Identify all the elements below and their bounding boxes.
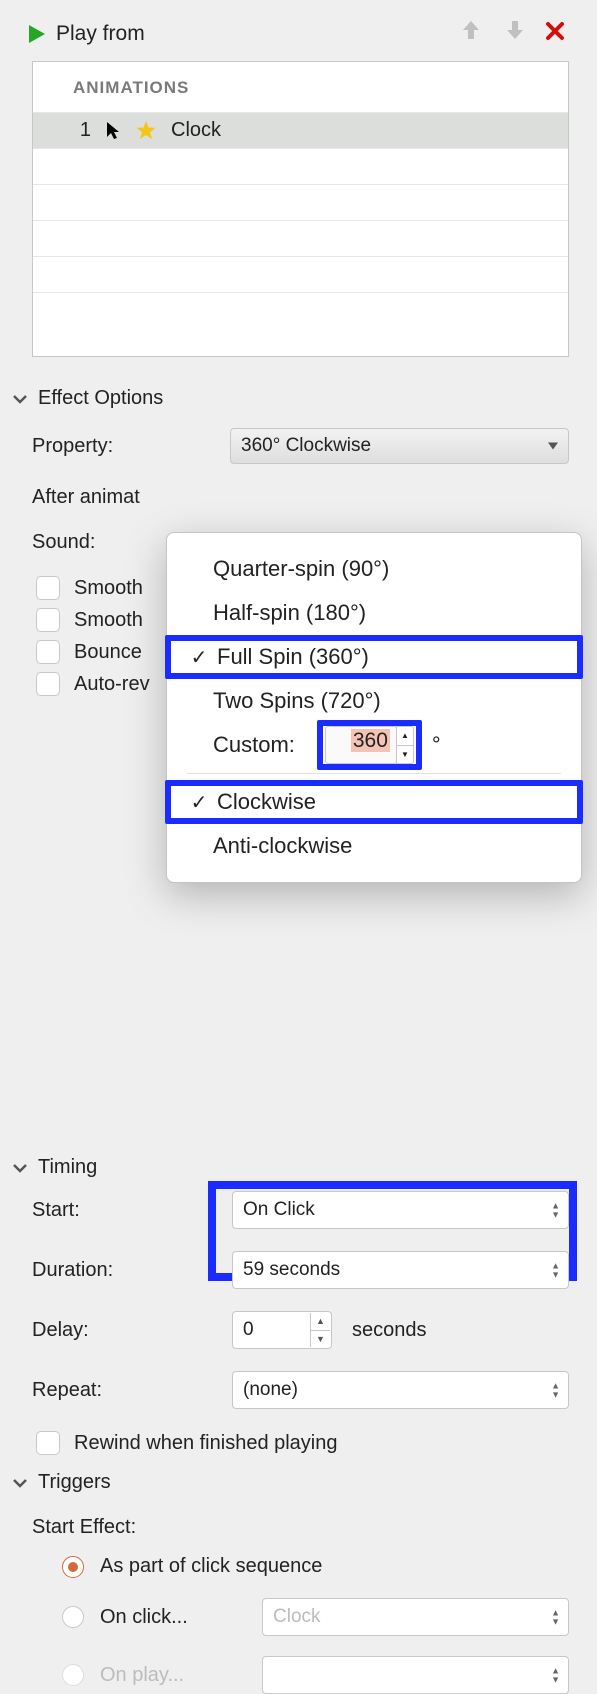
checkbox-icon <box>36 576 60 600</box>
after-animation-label: After animat <box>32 486 218 509</box>
duration-dropdown[interactable]: 59 seconds ▲▼ <box>232 1251 569 1289</box>
radio-icon <box>62 1556 84 1578</box>
stepper-down-icon[interactable]: ▼ <box>397 745 413 764</box>
checkbox-icon <box>36 640 60 664</box>
delay-input[interactable]: 0 ▲▼ <box>232 1311 332 1349</box>
cursor-icon <box>105 121 121 141</box>
play-icon[interactable] <box>26 23 48 45</box>
animation-row-empty <box>33 292 568 328</box>
section-title: Timing <box>38 1156 97 1179</box>
radio-icon <box>62 1606 84 1628</box>
spin-option-two[interactable]: Two Spins (720°) <box>167 679 581 723</box>
onplay-target-dropdown: ▲▼ <box>262 1656 569 1694</box>
stepper-up-icon[interactable]: ▲ <box>311 1313 330 1330</box>
menu-separator <box>187 773 561 774</box>
animation-index: 1 <box>79 119 91 142</box>
trigger-onclick-radio[interactable]: On click... Clock ▲▼ <box>62 1598 569 1636</box>
property-dropdown[interactable]: 360° Clockwise <box>230 428 569 464</box>
chevron-down-icon <box>12 1162 28 1174</box>
section-title: Triggers <box>38 1471 111 1494</box>
checkmark-icon: ✓ <box>185 645 213 670</box>
animation-row-empty <box>33 256 568 292</box>
animation-row-empty <box>33 220 568 256</box>
stepper-down-icon[interactable]: ▼ <box>311 1330 330 1348</box>
start-effect-label: Start Effect: <box>32 1516 569 1539</box>
repeat-dropdown[interactable]: (none) ▲▼ <box>232 1371 569 1409</box>
checkmark-icon: ✓ <box>185 790 213 815</box>
animation-row-empty <box>33 184 568 220</box>
star-icon <box>135 120 157 142</box>
animation-row[interactable]: 1 Clock <box>33 112 568 148</box>
checkbox-icon <box>36 672 60 696</box>
spin-option-half[interactable]: Half-spin (180°) <box>167 591 581 635</box>
property-dropdown-popup: Quarter-spin (90°) Half-spin (180°) ✓ Fu… <box>166 532 582 883</box>
timing-section[interactable]: Timing <box>0 1148 597 1187</box>
checkbox-icon <box>36 1431 60 1455</box>
spin-option-quarter[interactable]: Quarter-spin (90°) <box>167 547 581 591</box>
delay-unit: seconds <box>352 1319 427 1342</box>
custom-degrees-input[interactable]: 360 <box>325 726 397 764</box>
property-label: Property: <box>32 435 218 458</box>
chevron-down-icon <box>12 393 28 405</box>
rewind-checkbox[interactable]: Rewind when finished playing <box>36 1431 569 1455</box>
direction-clockwise[interactable]: ✓ Clockwise <box>165 780 583 824</box>
direction-anticlockwise[interactable]: Anti-clockwise <box>167 824 581 868</box>
spin-option-custom[interactable]: Custom: 360 ▲ ▼ ° <box>167 723 581 767</box>
spin-option-full[interactable]: ✓ Full Spin (360°) <box>165 635 583 679</box>
move-up-button <box>453 18 489 49</box>
repeat-label: Repeat: <box>32 1379 220 1402</box>
duration-label: Duration: <box>32 1259 220 1282</box>
onclick-target-dropdown[interactable]: Clock ▲▼ <box>262 1598 569 1636</box>
play-from-label: Play from <box>56 22 145 46</box>
move-down-button <box>497 18 533 49</box>
delete-button[interactable] <box>541 20 569 48</box>
triggers-section[interactable]: Triggers <box>0 1463 597 1502</box>
chevron-down-icon <box>12 1477 28 1489</box>
stepper-up-icon[interactable]: ▲ <box>397 727 413 745</box>
radio-icon <box>62 1664 84 1686</box>
animations-list: ANIMATIONS 1 Clock <box>32 61 569 357</box>
trigger-sequence-radio[interactable]: As part of click sequence <box>62 1555 569 1578</box>
section-title: Effect Options <box>38 387 163 410</box>
animation-row-empty <box>33 148 568 184</box>
start-label: Start: <box>32 1199 220 1222</box>
effect-options-section[interactable]: Effect Options <box>0 379 597 418</box>
trigger-onplay-radio: On play... ▲▼ <box>62 1656 569 1694</box>
start-dropdown[interactable]: On Click ▲▼ <box>232 1191 569 1229</box>
delay-label: Delay: <box>32 1319 220 1342</box>
animations-header: ANIMATIONS <box>33 62 568 112</box>
checkbox-icon <box>36 608 60 632</box>
animation-name: Clock <box>171 119 221 142</box>
